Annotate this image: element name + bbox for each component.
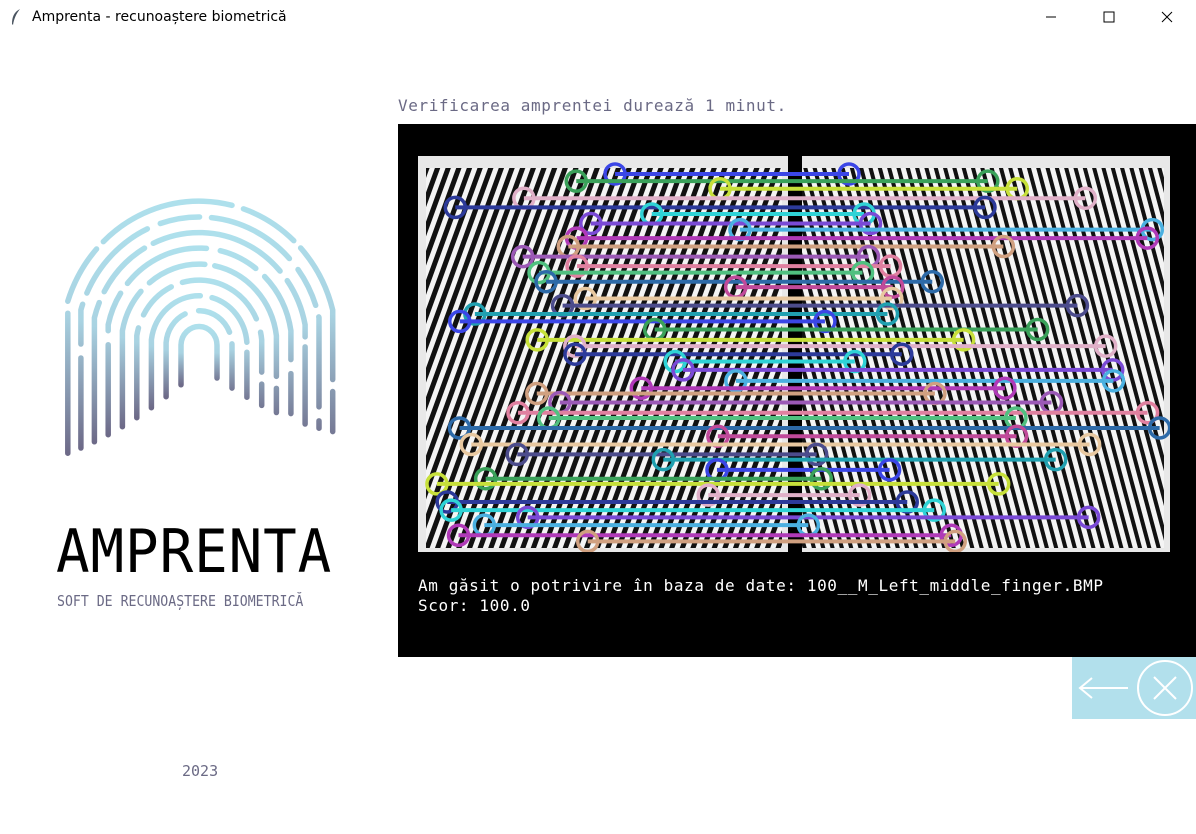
title-bar: Amprenta - recunoaștere biometrică: [0, 0, 1196, 34]
minimize-button[interactable]: [1022, 0, 1080, 34]
fingerprint-ridge: [178, 323, 220, 388]
match-viewer: Am găsit o potrivire în baza de date: 10…: [398, 124, 1196, 657]
maximize-button[interactable]: [1080, 0, 1138, 34]
result-match-line: Am găsit o potrivire în baza de date: 10…: [418, 576, 1104, 595]
fingerprint-ridge: [119, 261, 280, 430]
close-window-button[interactable]: [1138, 0, 1196, 34]
cancel-button[interactable]: [1134, 657, 1196, 719]
brand-tagline: SOFT DE RECUNOAȘTERE BIOMETRICĂ: [57, 592, 304, 610]
window-title: Amprenta - recunoaștere biometrică: [32, 9, 287, 25]
info-text: Verificarea amprentei durează 1 minut.: [398, 96, 787, 115]
fingerprint-ridge: [163, 307, 235, 400]
result-score-line: Scor: 100.0: [418, 596, 531, 615]
minimize-icon: [1046, 16, 1056, 18]
year-label: 2023: [182, 762, 219, 780]
brand-name: AMPRENTA: [56, 517, 333, 587]
result-text: Am găsit o potrivire în baza de date: 10…: [418, 576, 1104, 616]
fingerprint-ridge: [134, 277, 265, 421]
back-button[interactable]: [1072, 657, 1134, 719]
fingerprint-icon: [65, 198, 336, 456]
maximize-icon: [1103, 11, 1115, 23]
arrow-left-icon: [1078, 677, 1128, 699]
close-icon: [1161, 11, 1173, 23]
feather-icon: [12, 9, 20, 25]
fingerprint-match-image: [418, 156, 1170, 552]
fingerprint-ridge: [78, 214, 322, 451]
x-circle-icon: [1137, 660, 1193, 716]
